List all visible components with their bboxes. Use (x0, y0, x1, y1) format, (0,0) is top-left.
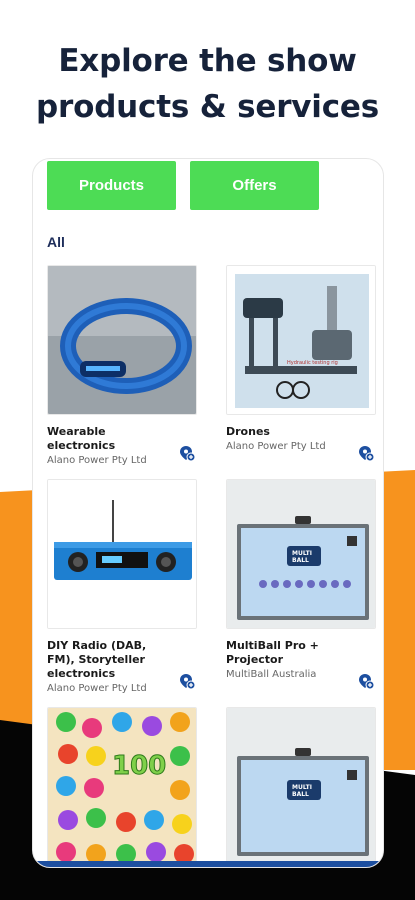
product-title: Wearable electronics (47, 425, 116, 452)
phone-bottom-bar (33, 861, 383, 867)
svg-text:BALL: BALL (292, 791, 309, 798)
add-location-icon[interactable] (358, 445, 374, 461)
add-location-icon[interactable] (179, 673, 195, 689)
product-company: Alano Power Pty Ltd (226, 441, 326, 452)
product-image-drone-rig: Hydraulic testing rig (226, 265, 376, 415)
product-image-radio (47, 479, 197, 629)
product-image-multiball: MULTI BALL (226, 707, 376, 867)
svg-text:BALL: BALL (292, 557, 309, 564)
product-card[interactable]: MULTI BALL (226, 707, 376, 867)
product-company: MultiBall Australia (226, 669, 317, 680)
svg-text:MULTI: MULTI (292, 784, 312, 791)
product-card[interactable]: MULTI BALL MultiBall Pro + Projector Mul… (226, 479, 376, 689)
product-title: DIY Radio (DAB, FM), Storyteller electro… (47, 639, 147, 680)
svg-text:MULTI: MULTI (292, 550, 312, 557)
filter-all[interactable]: All (47, 234, 65, 250)
tab-offers[interactable]: Offers (190, 161, 319, 210)
product-company: Alano Power Pty Ltd (47, 455, 147, 466)
add-location-icon[interactable] (358, 673, 374, 689)
product-card[interactable]: Wearable electronics Alano Power Pty Ltd (47, 265, 197, 467)
headline-line-2: products & services (36, 89, 379, 125)
page-headline: Explore the show products & services (0, 38, 415, 130)
product-card[interactable]: DIY Radio (DAB, FM), Storyteller electro… (47, 479, 197, 695)
product-card[interactable]: 100 (47, 707, 197, 867)
product-image-wristband (47, 265, 197, 415)
svg-text:100: 100 (112, 751, 166, 781)
product-card[interactable]: Hydraulic testing rig Drones Alano Power… (226, 265, 376, 461)
product-company: Alano Power Pty Ltd (47, 683, 147, 694)
svg-text:Hydraulic testing rig: Hydraulic testing rig (287, 360, 338, 366)
phone-frame: Products Offers All Wearable electronics… (32, 158, 384, 868)
product-image-multiball: MULTI BALL (226, 479, 376, 629)
product-image-game: 100 (47, 707, 197, 867)
tab-products[interactable]: Products (47, 161, 176, 210)
product-title: MultiBall Pro + Projector (226, 639, 319, 666)
product-title: Drones (226, 425, 270, 438)
headline-line-1: Explore the show (58, 43, 357, 79)
add-location-icon[interactable] (179, 445, 195, 461)
